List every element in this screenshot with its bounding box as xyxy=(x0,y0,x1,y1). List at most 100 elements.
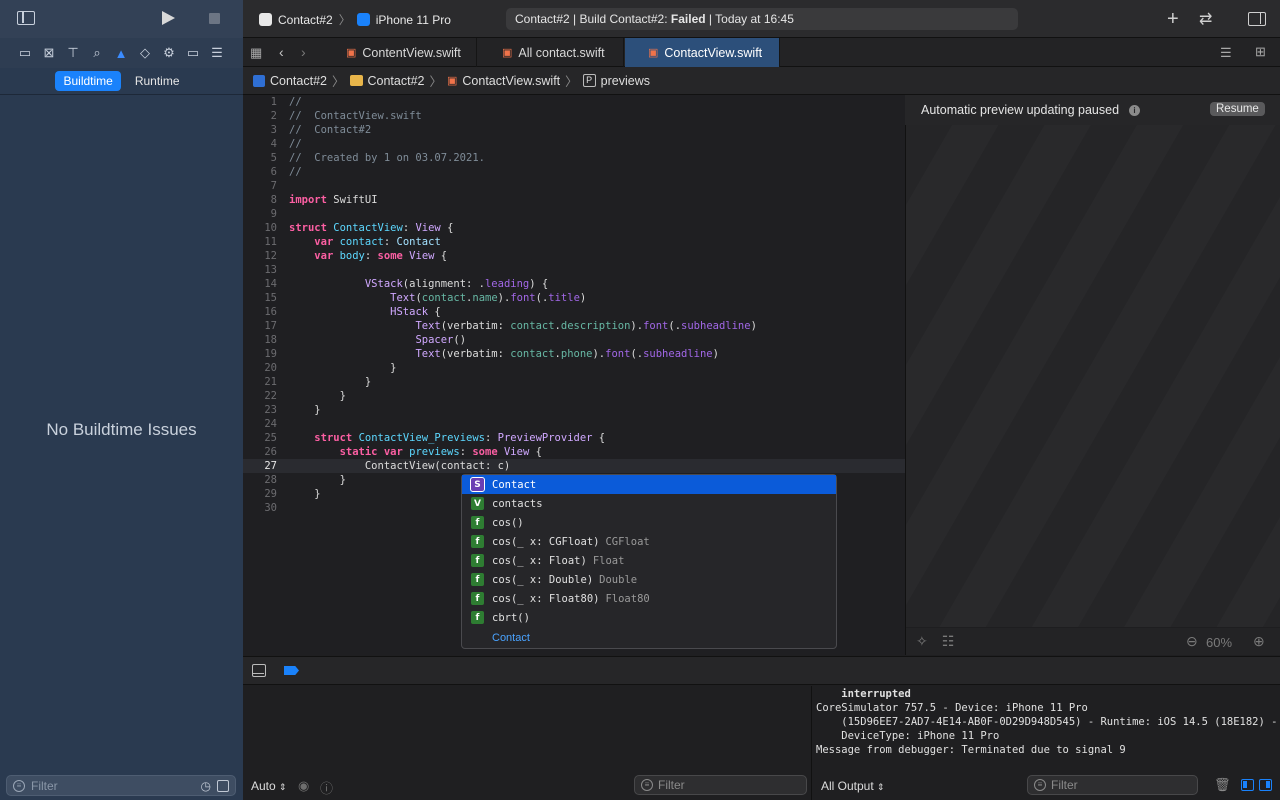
breakpoint-navigator-icon[interactable]: ▭ xyxy=(184,44,202,62)
completion-item[interactable]: f cos(_ x: Float80) Float80 xyxy=(462,589,836,608)
editor-options-icon[interactable]: ☰ xyxy=(1220,45,1232,61)
tab-label: ContentView.swift xyxy=(362,45,461,60)
symbol-navigator-icon[interactable]: ⊤ xyxy=(64,44,82,62)
line-number: 11 xyxy=(264,236,277,248)
line-number: 19 xyxy=(264,348,277,360)
show-console-icon[interactable] xyxy=(1259,779,1272,791)
line-number: 6 xyxy=(270,166,277,178)
completion-item[interactable]: f cos() xyxy=(462,513,836,532)
sidebar-toolbar xyxy=(0,0,243,38)
struct-badge-icon: S xyxy=(470,477,485,492)
func-badge-icon: f xyxy=(471,535,484,548)
completion-item[interactable]: Vcontacts xyxy=(462,494,836,513)
jump-bar: Contact#2 〉 Contact#2 〉 ▣ ContactView.sw… xyxy=(243,67,1280,95)
line-number: 13 xyxy=(264,264,277,276)
completion-text: Contact xyxy=(492,478,537,491)
output-selector[interactable]: All Output ⇕ xyxy=(821,779,885,793)
completion-item[interactable]: f cos(_ x: Double) Double xyxy=(462,570,836,589)
jump-symbol[interactable]: previews xyxy=(601,74,650,88)
line-number: 22 xyxy=(264,390,277,402)
source-control-icon[interactable]: ⊠ xyxy=(40,44,58,62)
console-filter-field[interactable]: ≡ Filter xyxy=(1027,775,1198,795)
scheme-name: Contact#2 xyxy=(278,12,333,27)
completion-return-type: CGFloat xyxy=(605,535,650,548)
line-number: 17 xyxy=(264,320,277,332)
split-editor-icon[interactable]: ⊞ xyxy=(1255,44,1266,60)
forward-icon[interactable]: › xyxy=(301,44,306,60)
stop-icon[interactable] xyxy=(209,13,220,24)
completion-text: cos(_ x: Float80) xyxy=(492,592,600,605)
code-line: // xyxy=(289,166,302,178)
report-navigator-icon[interactable]: ☰ xyxy=(208,44,226,62)
activity-status: Failed xyxy=(670,12,706,26)
code-line: var contact: Contact xyxy=(314,236,441,248)
func-badge-icon: f xyxy=(471,592,484,605)
segment-runtime[interactable]: Runtime xyxy=(127,71,188,91)
console-line: CoreSimulator 757.5 - Device: iPhone 11 … xyxy=(816,702,1088,714)
info-icon[interactable]: i xyxy=(1129,104,1141,116)
swift-file-icon: ▣ xyxy=(502,47,513,59)
auto-selector[interactable]: Auto ⇕ xyxy=(251,779,287,793)
folder-icon[interactable]: ▭ xyxy=(16,44,34,62)
sidebar-toggle-icon[interactable] xyxy=(17,11,35,25)
line-number: 12 xyxy=(264,250,277,262)
activity-viewer: Contact#2 | Build Contact#2: Failed | To… xyxy=(506,8,1018,30)
code-line: } xyxy=(289,474,346,486)
swift-file-icon: ▣ xyxy=(447,75,458,87)
preview-settings-icon[interactable]: ☷ xyxy=(942,633,955,650)
completion-item[interactable]: f cos(_ x: Float) Float xyxy=(462,551,836,570)
jump-group[interactable]: Contact#2 xyxy=(368,74,425,88)
variables-filter-field[interactable]: ≡ Filter xyxy=(634,775,807,795)
back-icon[interactable]: ‹ xyxy=(279,44,284,60)
code-line: static var previews: some View { xyxy=(339,446,542,458)
trash-icon[interactable]: 🗑 xyxy=(1214,777,1231,793)
tab-all-contact[interactable]: ▣ All contact.swift xyxy=(478,38,624,67)
issue-navigator-icon[interactable]: ▲ xyxy=(112,44,130,62)
debug-navigator-icon[interactable]: ⚙ xyxy=(160,44,178,62)
line-number: 23 xyxy=(264,404,277,416)
func-badge-icon: f xyxy=(471,611,484,624)
line-number: 21 xyxy=(264,376,277,388)
hide-debug-area-icon[interactable] xyxy=(252,664,266,677)
jump-file[interactable]: ContactView.swift xyxy=(462,74,560,88)
code-line: var body: some View { xyxy=(314,250,448,262)
info-icon[interactable]: ⓘ xyxy=(320,778,333,797)
tab-contactview[interactable]: ▣ ContactView.swift xyxy=(625,38,780,67)
pin-icon[interactable]: ✧ xyxy=(916,633,928,650)
scheme-selector[interactable]: Contact#2 〉 iPhone 11 Pro xyxy=(259,11,451,28)
code-line: import SwiftUI xyxy=(289,194,378,206)
show-variables-icon[interactable] xyxy=(1241,779,1254,791)
eye-icon[interactable]: ◉ xyxy=(298,778,309,794)
test-navigator-icon[interactable]: ◇ xyxy=(136,44,154,62)
line-number: 8 xyxy=(270,194,277,206)
navigator-filter-field[interactable]: ≡ Filter ◷ xyxy=(6,775,236,796)
completion-item[interactable]: S Contact xyxy=(462,475,836,494)
jump-project[interactable]: Contact#2 xyxy=(270,74,327,88)
find-icon[interactable]: ⌕ xyxy=(88,44,106,62)
completion-item[interactable]: f cos(_ x: CGFloat) CGFloat xyxy=(462,532,836,551)
grid-icon[interactable]: ▦ xyxy=(250,45,262,61)
completion-text: cos(_ x: Float) xyxy=(492,554,587,567)
filter-placeholder: Filter xyxy=(658,778,685,792)
add-icon[interactable]: + xyxy=(1167,8,1179,31)
zoom-in-icon[interactable]: ⊕ xyxy=(1253,633,1265,650)
completion-item[interactable]: f cbrt() xyxy=(462,608,836,627)
code-line: struct ContactView_Previews: PreviewProv… xyxy=(314,432,606,444)
tab-contentview[interactable]: ▣ ContentView.swift xyxy=(337,38,477,67)
line-number: 29 xyxy=(264,488,277,500)
issues-filter-icon[interactable] xyxy=(217,779,229,792)
property-icon: P xyxy=(582,74,596,87)
run-icon[interactable] xyxy=(162,11,175,25)
code-review-icon[interactable]: ⇄ xyxy=(1199,9,1212,29)
console-line: (15D96EE7-2AD7-4E14-AB0F-0D29D948D545) -… xyxy=(816,716,1278,728)
zoom-out-icon[interactable]: ⊖ xyxy=(1186,633,1198,650)
filter-placeholder: Filter xyxy=(1051,778,1078,792)
chevron-updown-icon: ⇕ xyxy=(877,782,885,792)
resume-button[interactable]: Resume xyxy=(1210,102,1265,116)
chevron-right-icon: 〉 xyxy=(331,75,345,89)
navigator-selector-bar: ▭ ⊠ ⊤ ⌕ ▲ ◇ ⚙ ▭ ☰ xyxy=(0,38,243,68)
inspector-toggle-icon[interactable] xyxy=(1248,12,1266,26)
segment-buildtime[interactable]: Buildtime xyxy=(55,71,121,91)
project-icon xyxy=(253,74,265,87)
recent-filter-icon[interactable]: ◷ xyxy=(201,779,211,793)
